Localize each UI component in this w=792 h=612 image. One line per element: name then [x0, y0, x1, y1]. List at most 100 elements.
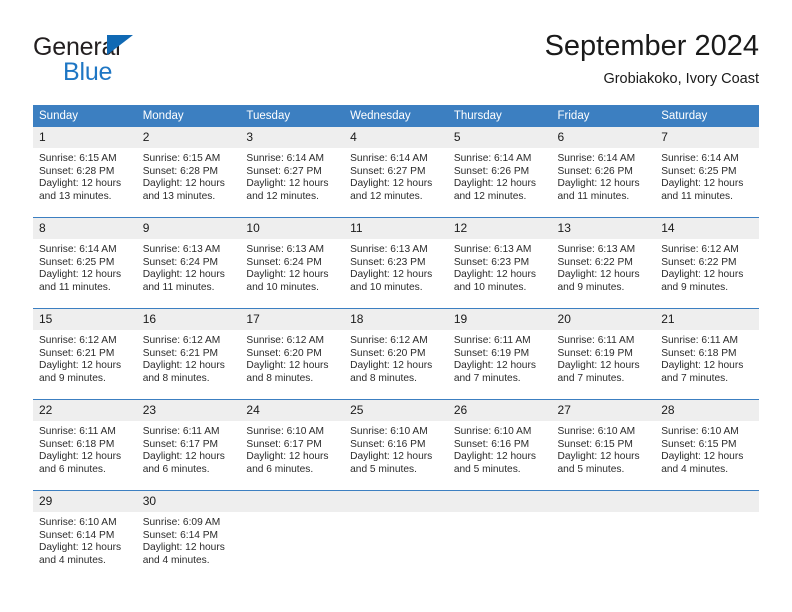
- daylight-text-line2: and 4 minutes.: [661, 463, 729, 475]
- day-details: Sunrise: 6:10 AM Sunset: 6:15 PM Daylight:…: [655, 421, 759, 476]
- day-number: 19: [447, 309, 552, 330]
- day-details: Sunrise: 6:15 AM Sunset: 6:28 PM Daylight:…: [33, 148, 137, 203]
- day-details: Sunrise: 6:14 AM Sunset: 6:25 PM Daylight:…: [655, 148, 759, 203]
- sunrise-text: Sunrise: 6:11 AM: [557, 335, 635, 346]
- daylight-text-line2: and 11 minutes.: [142, 281, 215, 293]
- day-number: 4: [344, 127, 448, 148]
- day-number: [344, 491, 448, 512]
- calendar-day-cell[interactable]: 7 Sunrise: 6:14 AM Sunset: 6:25 PM Daylight…: [655, 127, 759, 218]
- calendar-day-cell[interactable]: 20 Sunrise: 6:11 AM Sunset: 6:19 PM Dayligh…: [551, 308, 656, 400]
- calendar-day-cell[interactable]: 5 Sunrise: 6:14 AM Sunset: 6:26 PM Daylight…: [447, 127, 552, 218]
- calendar-day-cell[interactable]: 15 Sunrise: 6:12 AM Sunset: 6:21 PM Dayligh…: [33, 308, 137, 400]
- day-number: 1: [33, 127, 137, 148]
- calendar-day-cell[interactable]: [551, 490, 656, 581]
- calendar-day-cell[interactable]: 19 Sunrise: 6:11 AM Sunset: 6:19 PM Dayligh…: [447, 308, 552, 400]
- daylight-text-line2: and 8 minutes.: [350, 372, 417, 384]
- calendar-day-cell[interactable]: 1 Sunrise: 6:15 AM Sunset: 6:28 PM Daylight…: [33, 127, 137, 218]
- sunrise-text: Sunrise: 6:10 AM: [453, 426, 532, 437]
- calendar-day-cell[interactable]: 6 Sunrise: 6:14 AM Sunset: 6:26 PM Daylight…: [551, 127, 656, 218]
- calendar-day-cell[interactable]: 16 Sunrise: 6:12 AM Sunset: 6:21 PM Dayligh…: [136, 308, 241, 400]
- day-cell-inner: 4 Sunrise: 6:14 AM Sunset: 6:27 PM Daylight…: [344, 127, 448, 217]
- day-details: Sunrise: 6:10 AM Sunset: 6:16 PM Daylight:…: [344, 421, 448, 476]
- day-cell-inner: [551, 491, 656, 581]
- day-cell-inner: [447, 491, 552, 581]
- daylight-text-line2: and 12 minutes.: [350, 190, 423, 202]
- calendar-day-cell[interactable]: 11 Sunrise: 6:13 AM Sunset: 6:23 PM Dayligh…: [344, 217, 448, 309]
- calendar-day-cell[interactable]: 10 Sunrise: 6:13 AM Sunset: 6:24 PM Dayligh…: [240, 217, 345, 309]
- daylight-text-line2: and 9 minutes.: [661, 281, 729, 293]
- day-number: 23: [136, 400, 241, 421]
- daylight-text-line2: and 6 minutes.: [142, 463, 210, 475]
- day-cell-inner: 24 Sunrise: 6:10 AM Sunset: 6:17 PM Dayligh…: [240, 400, 345, 490]
- calendar-day-cell[interactable]: 26 Sunrise: 6:10 AM Sunset: 6:16 PM Dayligh…: [447, 399, 552, 491]
- calendar-day-cell[interactable]: 8 Sunrise: 6:14 AM Sunset: 6:25 PM Daylight…: [33, 217, 137, 309]
- calendar-day-cell[interactable]: [447, 490, 552, 581]
- daylight-text-line2: and 7 minutes.: [661, 372, 729, 384]
- daylight-text-line2: and 6 minutes.: [39, 463, 106, 475]
- calendar-day-cell[interactable]: [655, 490, 759, 581]
- sunrise-text: Sunrise: 6:12 AM: [142, 335, 221, 346]
- day-cell-inner: 5 Sunrise: 6:14 AM Sunset: 6:26 PM Daylight…: [447, 127, 552, 217]
- daylight-text-line1: Daylight: 12 hours: [246, 269, 329, 281]
- day-cell-inner: 14 Sunrise: 6:12 AM Sunset: 6:22 PM Dayligh…: [655, 218, 759, 308]
- daylight-text-line2: and 12 minutes.: [453, 190, 527, 202]
- sunrise-text: Sunrise: 6:10 AM: [350, 426, 428, 437]
- day-details: Sunrise: 6:11 AM Sunset: 6:19 PM Daylight:…: [552, 330, 656, 385]
- calendar-day-cell[interactable]: 21 Sunrise: 6:11 AM Sunset: 6:18 PM Dayligh…: [655, 308, 759, 400]
- daylight-text-line1: Daylight: 12 hours: [557, 360, 640, 372]
- calendar-day-cell[interactable]: 2 Sunrise: 6:15 AM Sunset: 6:28 PM Daylight…: [136, 127, 241, 218]
- sunrise-text: Sunrise: 6:14 AM: [557, 153, 636, 164]
- sunset-text: Sunset: 6:16 PM: [350, 438, 426, 450]
- calendar-day-cell[interactable]: 23 Sunrise: 6:11 AM Sunset: 6:17 PM Dayligh…: [136, 399, 241, 491]
- day-number: 15: [33, 309, 137, 330]
- calendar-day-cell[interactable]: 3 Sunrise: 6:14 AM Sunset: 6:27 PM Daylight…: [240, 127, 345, 218]
- day-cell-inner: [655, 491, 759, 581]
- day-number: 8: [33, 218, 137, 239]
- calendar-day-cell[interactable]: 30 Sunrise: 6:09 AM Sunset: 6:14 PM Dayligh…: [136, 490, 241, 581]
- day-number: 6: [551, 127, 656, 148]
- sunrise-text: Sunrise: 6:14 AM: [246, 153, 324, 164]
- calendar-day-cell[interactable]: 12 Sunrise: 6:13 AM Sunset: 6:23 PM Dayligh…: [447, 217, 552, 309]
- calendar-day-cell[interactable]: 29 Sunrise: 6:10 AM Sunset: 6:14 PM Dayligh…: [33, 490, 137, 581]
- day-details: Sunrise: 6:14 AM Sunset: 6:27 PM Daylight:…: [240, 148, 344, 203]
- daylight-text-line2: and 8 minutes.: [142, 372, 210, 384]
- sunset-text: Sunset: 6:21 PM: [142, 347, 219, 359]
- calendar-day-cell[interactable]: 14 Sunrise: 6:12 AM Sunset: 6:22 PM Dayligh…: [655, 217, 759, 309]
- calendar-day-cell[interactable]: 27 Sunrise: 6:10 AM Sunset: 6:15 PM Dayligh…: [551, 399, 656, 491]
- sunrise-text: Sunrise: 6:11 AM: [142, 426, 220, 437]
- calendar-day-cell[interactable]: 9 Sunrise: 6:13 AM Sunset: 6:24 PM Daylight…: [136, 217, 241, 309]
- calendar-day-cell[interactable]: 25 Sunrise: 6:10 AM Sunset: 6:16 PM Dayligh…: [344, 399, 448, 491]
- calendar-day-cell[interactable]: 17 Sunrise: 6:12 AM Sunset: 6:20 PM Dayligh…: [240, 308, 345, 400]
- calendar-body: 1 Sunrise: 6:15 AM Sunset: 6:28 PM Daylight…: [33, 127, 759, 581]
- calendar-day-cell[interactable]: 13 Sunrise: 6:13 AM Sunset: 6:22 PM Dayligh…: [551, 217, 656, 309]
- weekday-header-tuesday: Tuesday: [240, 105, 345, 127]
- day-number: [240, 491, 345, 512]
- calendar-day-cell[interactable]: 28 Sunrise: 6:10 AM Sunset: 6:15 PM Dayligh…: [655, 399, 759, 491]
- sunrise-text: Sunrise: 6:12 AM: [350, 335, 428, 346]
- day-number: 17: [240, 309, 345, 330]
- calendar-day-cell[interactable]: 18 Sunrise: 6:12 AM Sunset: 6:20 PM Dayligh…: [344, 308, 448, 400]
- calendar-day-cell[interactable]: [344, 490, 448, 581]
- calendar-day-cell[interactable]: 22 Sunrise: 6:11 AM Sunset: 6:18 PM Dayligh…: [33, 399, 137, 491]
- day-number: 28: [655, 400, 759, 421]
- day-cell-inner: 12 Sunrise: 6:13 AM Sunset: 6:23 PM Dayligh…: [447, 218, 552, 308]
- calendar-day-cell[interactable]: 24 Sunrise: 6:10 AM Sunset: 6:17 PM Dayligh…: [240, 399, 345, 491]
- day-cell-inner: 30 Sunrise: 6:09 AM Sunset: 6:14 PM Dayligh…: [136, 491, 241, 581]
- daylight-text-line2: and 4 minutes.: [142, 554, 210, 566]
- daylight-text-line2: and 11 minutes.: [557, 190, 630, 202]
- day-number: 25: [344, 400, 448, 421]
- daylight-text-line2: and 12 minutes.: [246, 190, 319, 202]
- sunrise-text: Sunrise: 6:12 AM: [661, 244, 739, 255]
- calendar-day-cell[interactable]: 4 Sunrise: 6:14 AM Sunset: 6:27 PM Daylight…: [344, 127, 448, 218]
- daylight-text-line1: Daylight: 12 hours: [142, 360, 225, 372]
- day-cell-inner: 18 Sunrise: 6:12 AM Sunset: 6:20 PM Dayligh…: [344, 309, 448, 399]
- general-blue-logo[interactable]: General Blue: [33, 33, 263, 91]
- daylight-text-line2: and 10 minutes.: [246, 281, 319, 293]
- day-cell-inner: 1 Sunrise: 6:15 AM Sunset: 6:28 PM Daylight…: [33, 127, 137, 217]
- day-number: 9: [136, 218, 241, 239]
- daylight-text-line2: and 11 minutes.: [39, 281, 111, 293]
- sunset-text: Sunset: 6:17 PM: [246, 438, 322, 450]
- daylight-text-line1: Daylight: 12 hours: [39, 360, 122, 372]
- calendar-day-cell[interactable]: [240, 490, 345, 581]
- daylight-text-line2: and 10 minutes.: [453, 281, 527, 293]
